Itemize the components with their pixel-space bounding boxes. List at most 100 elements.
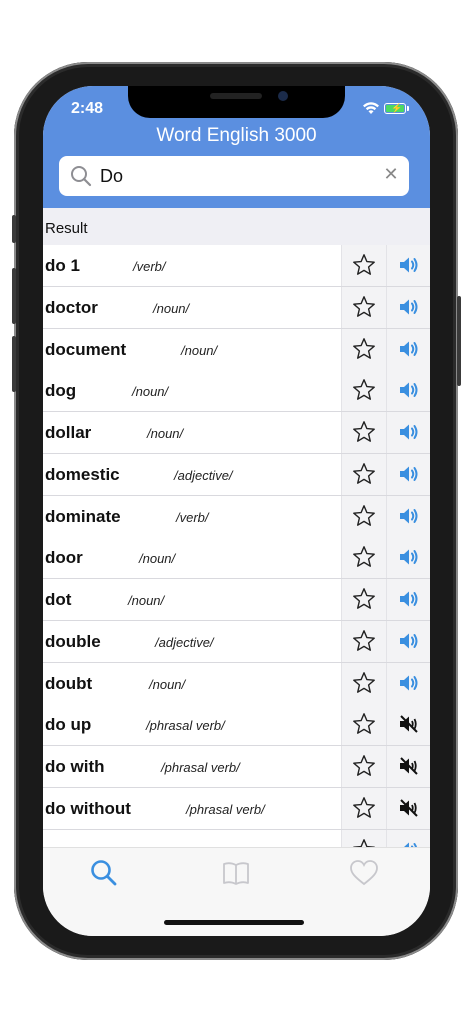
favorite-button[interactable] [341,579,386,620]
sound-button[interactable] [386,537,430,578]
speaker-muted-icon [400,757,418,775]
star-icon [353,546,375,567]
word-text: double [45,632,101,651]
sound-button[interactable] [386,370,430,411]
word-type: /adjective/ [174,468,233,483]
speaker-icon [400,424,418,440]
favorite-button[interactable] [341,663,386,704]
tab-book-icon[interactable] [221,858,251,888]
favorite-button[interactable] [341,412,386,453]
word-text: domestic [45,465,120,484]
star-icon [353,755,375,776]
phone-screen: 2:48 ⚡ Word English 3000 Do ✕ Result do … [43,86,430,936]
speaker-icon [400,382,418,398]
word-row[interactable]: do without/phrasal verb/ [43,788,430,830]
word-type: /adjective/ [155,635,214,650]
word-text: dog [45,381,77,400]
speaker-icon [400,341,418,357]
word-row[interactable]: document/noun/ [43,329,430,371]
sound-button[interactable] [386,329,430,370]
star-icon [353,797,375,818]
sound-button[interactable] [386,579,430,620]
word-text: dominate [45,507,121,526]
star-icon [353,296,375,317]
power-button [457,296,461,386]
word-text: do up [45,715,92,734]
silent-switch [12,215,16,243]
word-row[interactable]: dot/noun/ [43,579,430,621]
speaker [210,93,262,99]
star-icon [353,588,375,609]
word-row[interactable]: double/adjective/ [43,621,430,663]
speaker-icon [400,257,418,273]
sound-button[interactable] [386,621,430,662]
search-input[interactable]: Do ✕ [59,156,409,196]
sound-button[interactable] [386,496,430,537]
word-text: document [45,340,127,359]
word-row[interactable]: dominate/verb/ [43,496,430,538]
sound-muted-button[interactable] [386,746,430,787]
sound-button[interactable] [386,830,430,847]
star-icon [353,505,375,526]
star-icon [353,421,375,442]
speaker-icon [400,508,418,524]
notch [128,86,345,118]
result-label: Result [45,220,88,237]
home-indicator [164,920,304,925]
sound-muted-button[interactable] [386,788,430,829]
favorite-button[interactable] [341,245,386,286]
word-list[interactable]: do 1/verb/doctor/noun/document/noun/dog /… [43,245,430,847]
tab-search-icon[interactable] [89,858,119,888]
favorite-button[interactable] [341,788,386,829]
word-row[interactable]: domestic/adjective/ [43,454,430,496]
word-text: do 1 [45,256,80,275]
word-type: /phrasal verb/ [161,760,240,775]
word-row[interactable]: do with/phrasal verb/ [43,746,430,788]
word-row[interactable]: doubt/noun/ [43,663,430,705]
word-row[interactable]: doctor/noun/ [43,287,430,329]
speaker-icon [400,633,418,649]
favorite-button[interactable] [341,704,386,745]
speaker-icon [400,549,418,565]
word-type: /phrasal verb/ [146,718,225,733]
word-row[interactable]: dollar/noun/ [43,412,430,454]
sound-button[interactable] [386,412,430,453]
word-row[interactable] [43,830,430,847]
speaker-muted-icon [400,715,418,733]
sound-button[interactable] [386,245,430,286]
speaker-icon [400,842,418,847]
sound-button[interactable] [386,287,430,328]
star-icon [353,338,375,359]
word-row[interactable]: do up/phrasal verb/ [43,704,430,746]
sound-muted-button[interactable] [386,704,430,745]
favorite-button[interactable] [341,496,386,537]
favorite-button[interactable] [341,537,386,578]
status-time: 2:48 [71,100,104,117]
volume-up-button [12,268,16,324]
word-type: /verb/ [133,259,166,274]
star-icon [353,839,375,847]
word-text: dot [45,590,72,609]
word-row[interactable]: do 1/verb/ [43,245,430,287]
favorite-button[interactable] [341,621,386,662]
favorite-button[interactable] [341,830,386,847]
favorite-button[interactable] [341,370,386,411]
word-row[interactable]: dog/noun/ [43,370,430,412]
sound-button[interactable] [386,663,430,704]
word-row[interactable]: door/noun/ [43,537,430,579]
word-type: /noun/ [181,343,218,358]
favorite-button[interactable] [341,329,386,370]
favorite-button[interactable] [341,746,386,787]
word-type: /verb/ [176,510,209,525]
word-type: /noun/ [149,677,186,692]
star-icon [353,713,375,734]
speaker-icon [400,591,418,607]
favorite-button[interactable] [341,454,386,495]
word-type: /noun/ [132,384,169,399]
tab-heart-icon[interactable] [349,858,379,888]
battery-icon: ⚡ [384,103,406,114]
sound-button[interactable] [386,454,430,495]
app-title: Word English 3000 [156,125,317,146]
favorite-button[interactable] [341,287,386,328]
clear-icon[interactable]: ✕ [381,164,401,184]
